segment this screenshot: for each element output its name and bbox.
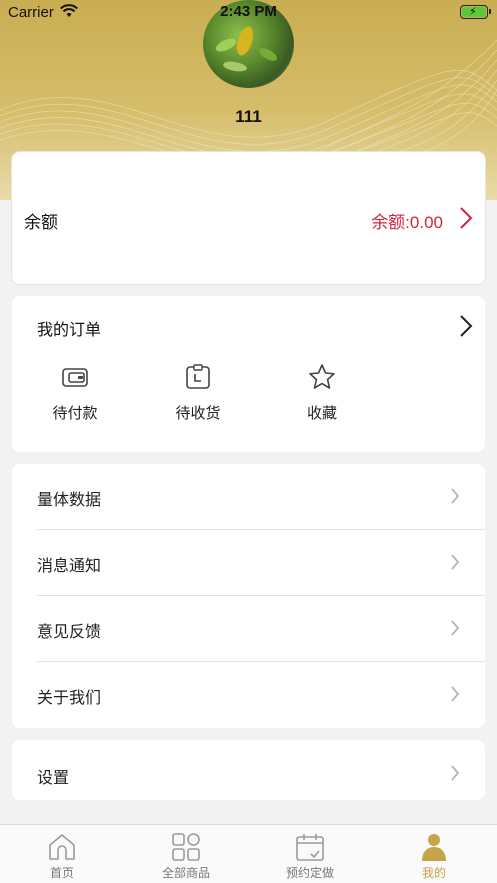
tab-mine[interactable]: 我的 — [372, 831, 496, 881]
menu-item-settings[interactable]: 设置 — [12, 740, 485, 800]
chevron-right-icon — [451, 765, 460, 781]
chevron-right-icon — [460, 207, 473, 229]
tab-label: 全部商品 — [161, 866, 210, 880]
menu-item-feedback[interactable]: 意见反馈 — [12, 596, 485, 662]
clock-label: 2:43 PM — [220, 3, 277, 20]
settings-label: 设置 — [37, 770, 70, 787]
order-item-label: 收藏 — [306, 405, 337, 422]
chevron-right-icon — [451, 554, 460, 570]
menu-item-body-data[interactable]: 量体数据 — [12, 464, 485, 530]
menu-card: 量体数据 消息通知 意见反馈 关于我们 — [12, 464, 485, 728]
battery-icon: ⚡ — [460, 5, 491, 19]
calendar-icon — [296, 834, 324, 861]
order-pending-receipt[interactable]: 待收货 — [163, 362, 233, 423]
tab-label: 我的 — [421, 866, 446, 880]
tab-all-products[interactable]: 全部商品 — [124, 831, 248, 881]
tab-label: 首页 — [49, 866, 74, 880]
chevron-right-icon — [451, 488, 460, 504]
menu-item-label: 关于我们 — [37, 690, 102, 707]
balance-label: 余额 — [24, 213, 58, 232]
tab-home[interactable]: 首页 — [0, 831, 124, 881]
order-item-label: 待收货 — [175, 405, 221, 422]
chevron-right-icon — [451, 686, 460, 702]
order-favorites[interactable]: 收藏 — [287, 362, 357, 423]
tab-reservation[interactable]: 预约定做 — [248, 831, 372, 881]
orders-title: 我的订单 — [37, 322, 102, 339]
username: 111 — [235, 107, 262, 126]
balance-card[interactable]: 余额 余额:0.00 — [12, 152, 485, 284]
menu-item-notifications[interactable]: 消息通知 — [12, 530, 485, 596]
settings-card: 设置 — [12, 740, 485, 800]
status-bar: Carrier 2:43 PM ⚡ — [0, 0, 497, 26]
tab-bar: 首页 全部商品 预约定做 我的 — [0, 824, 497, 883]
menu-item-about[interactable]: 关于我们 — [12, 662, 485, 728]
menu-item-label: 消息通知 — [37, 558, 102, 575]
menu-item-label: 量体数据 — [37, 492, 102, 509]
wallet-icon — [62, 368, 88, 387]
grid-icon — [172, 833, 200, 861]
star-icon — [309, 364, 335, 389]
order-item-label: 待付款 — [52, 405, 98, 422]
order-pending-payment[interactable]: 待付款 — [40, 362, 110, 423]
package-icon — [186, 364, 210, 389]
balance-amount: 余额:0.00 — [371, 213, 443, 232]
menu-item-label: 意见反馈 — [37, 624, 102, 641]
chevron-right-icon — [451, 620, 460, 636]
home-icon — [49, 834, 75, 860]
chevron-right-icon[interactable] — [459, 314, 473, 338]
user-icon — [422, 834, 446, 861]
orders-card: 我的订单 待付款 待收货 收藏 — [12, 296, 485, 452]
tab-label: 预约定做 — [285, 866, 334, 880]
